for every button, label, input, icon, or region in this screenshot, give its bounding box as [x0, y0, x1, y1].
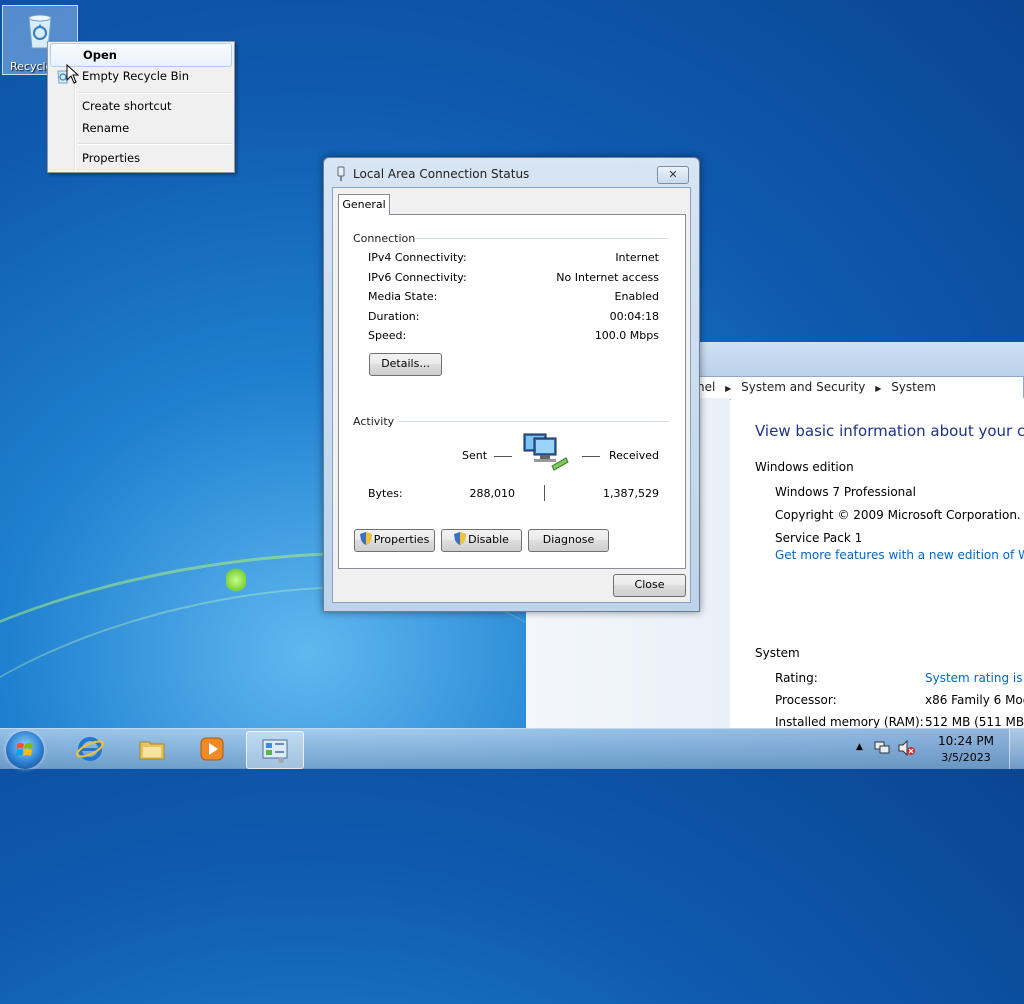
sent-dash — [494, 456, 512, 457]
more-features-link[interactable]: Get more features with a new edition of … — [775, 548, 1024, 562]
connection-group-label: Connection — [353, 232, 416, 245]
network-plug-icon — [337, 166, 345, 181]
disable-button[interactable]: Disable — [441, 529, 522, 552]
edition-text: Windows 7 Professional — [775, 485, 916, 499]
wallpaper-logo — [226, 566, 246, 594]
processor-value: x86 Family 6 Mode — [925, 693, 1024, 707]
menu-item-label: Empty Recycle Bin — [82, 69, 190, 83]
close-button[interactable]: Close — [613, 574, 686, 597]
speed-value: 100.0 Mbps — [594, 329, 659, 342]
breadcrumb-arrow-icon[interactable]: ▶ — [875, 384, 881, 393]
tab-general[interactable]: General — [338, 194, 390, 215]
sent-label: Sent — [462, 449, 488, 462]
uac-shield-icon — [454, 532, 467, 545]
divider — [415, 238, 669, 239]
system-tray: ▲ 10:24 PM 3/5/2023 — [854, 729, 1024, 769]
close-icon[interactable]: ✕ — [657, 166, 689, 184]
windows-explorer-icon — [139, 741, 165, 760]
details-button[interactable]: Details... — [369, 353, 442, 376]
properties-button[interactable]: Properties — [354, 529, 435, 552]
volume-muted-icon[interactable] — [898, 740, 916, 756]
ipv4-label: IPv4 Connectivity: — [368, 251, 467, 264]
divider — [399, 421, 669, 422]
menu-separator — [78, 92, 232, 94]
duration-value: 00:04:18 — [609, 310, 659, 323]
ipv6-value: No Internet access — [556, 271, 659, 284]
diagnose-button[interactable]: Diagnose — [528, 529, 609, 552]
system-main-pane: View basic information about your com Wi… — [731, 398, 1024, 728]
general-panel: Connection IPv4 Connectivity: Internet I… — [338, 214, 686, 569]
bytes-received-value: 1,387,529 — [603, 487, 659, 500]
start-button[interactable] — [6, 731, 44, 769]
taskbar-windows-explorer[interactable] — [124, 731, 180, 767]
media-player-icon — [200, 737, 224, 761]
control-panel-icon — [262, 739, 288, 763]
address-bar[interactable]: nel ▶ System and Security ▶ System — [696, 376, 1024, 400]
rating-link[interactable]: System rating is no — [925, 671, 1024, 685]
network-activity-icon — [523, 433, 569, 471]
page-title: View basic information about your com — [755, 422, 1024, 440]
taskbar-internet-explorer[interactable] — [62, 731, 118, 767]
rating-label: Rating: — [775, 671, 818, 685]
duration-label: Duration: — [368, 310, 420, 323]
breadcrumb-arrow-icon[interactable]: ▶ — [725, 384, 731, 393]
breadcrumb-item[interactable]: System and Security — [741, 380, 865, 394]
copyright-text: Copyright © 2009 Microsoft Corporation. … — [775, 508, 1024, 522]
menu-item-create-shortcut[interactable]: Create shortcut — [50, 95, 232, 117]
bytes-sent-value: 288,010 — [469, 487, 516, 500]
breadcrumb-item[interactable]: System — [891, 380, 936, 394]
properties-button-label: Properties — [373, 533, 430, 546]
network-tray-icon[interactable] — [874, 740, 890, 756]
internet-explorer-icon — [76, 737, 104, 761]
dialog-title: Local Area Connection Status — [353, 167, 530, 181]
activity-group-label: Activity — [353, 415, 395, 428]
ipv4-value: Internet — [615, 251, 659, 264]
menu-item-properties[interactable]: Properties — [50, 147, 232, 169]
dialog-body: General Connection IPv4 Connectivity: In… — [332, 187, 691, 603]
show-desktop-button[interactable] — [1009, 729, 1024, 769]
show-hidden-icons-icon[interactable]: ▲ — [856, 742, 863, 752]
menu-item-rename[interactable]: Rename — [50, 117, 232, 139]
memory-label: Installed memory (RAM): — [775, 715, 924, 728]
disable-button-label: Disable — [468, 533, 509, 546]
speed-label: Speed: — [368, 329, 407, 342]
section-header: System — [755, 646, 800, 660]
bytes-divider — [544, 485, 545, 501]
service-pack-text: Service Pack 1 — [775, 531, 863, 545]
memory-value: 512 MB (511 MB us — [925, 715, 1024, 728]
taskbar-control-panel[interactable] — [246, 731, 304, 769]
received-label: Received — [608, 449, 659, 462]
windows-logo-icon — [16, 743, 33, 756]
section-header: Windows edition — [755, 460, 854, 474]
menu-separator — [78, 143, 232, 145]
media-state-label: Media State: — [368, 290, 438, 303]
media-state-value: Enabled — [614, 290, 659, 303]
bytes-label: Bytes: — [368, 487, 403, 500]
ipv6-label: IPv6 Connectivity: — [368, 271, 467, 284]
connection-status-dialog: Local Area Connection Status ✕ General C… — [323, 157, 700, 612]
clock-date[interactable]: 3/5/2023 — [934, 751, 998, 764]
taskbar: ▲ 10:24 PM 3/5/2023 — [0, 728, 1024, 769]
received-dash — [582, 456, 600, 457]
uac-shield-icon — [359, 532, 372, 545]
context-menu: Open Empty Recycle Bin Create shortcut R… — [47, 41, 235, 173]
processor-label: Processor: — [775, 693, 837, 707]
taskbar-media-player[interactable] — [184, 731, 240, 767]
clock-time[interactable]: 10:24 PM — [934, 734, 998, 748]
mouse-cursor-icon — [66, 64, 80, 84]
